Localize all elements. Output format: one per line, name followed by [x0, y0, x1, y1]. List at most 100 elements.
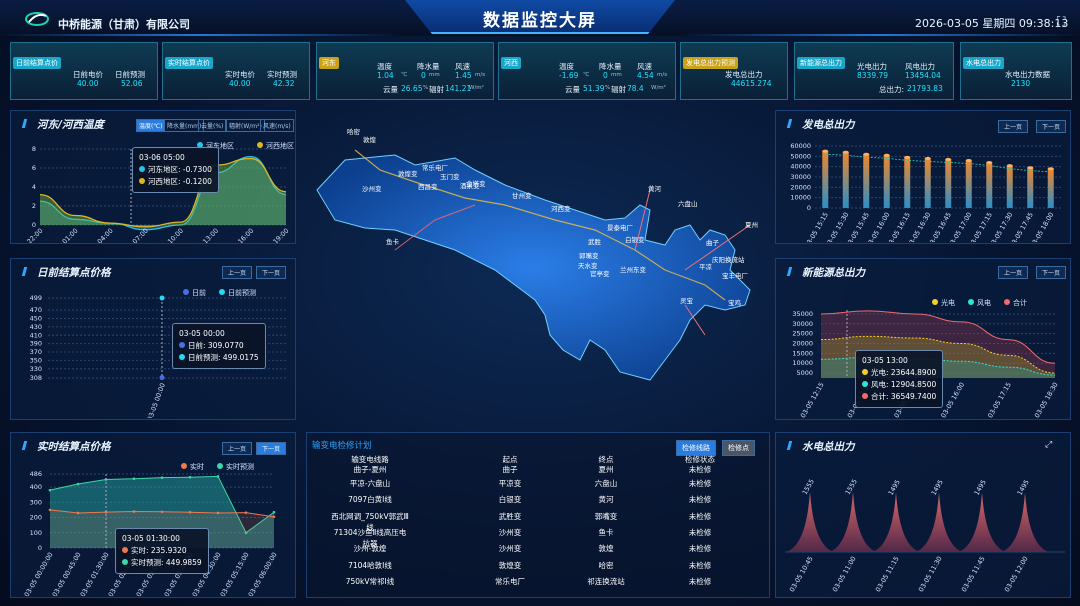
data-point — [132, 477, 136, 481]
bar-cap — [904, 155, 911, 159]
prev-page-button[interactable]: 上一页 — [222, 266, 253, 279]
power-total-chart[interactable]: 0 10000 20000 30000 40000 50000 60000 03-05 15:… — [775, 136, 1071, 242]
map-label[interactable]: 甘州变 — [512, 190, 532, 200]
tooltip-line-3: 合计: 36549.7400 — [862, 391, 936, 403]
table-row[interactable]: 沙州-敦煌 沙州变 敦煌 未检修 — [310, 541, 770, 557]
data-point — [48, 508, 52, 512]
card-label: 云量 — [383, 85, 398, 94]
tooltip-time: 03-05 00:00 — [179, 329, 225, 338]
y-axis-label: 50000 — [790, 152, 811, 160]
table-row[interactable]: 7097白黄Ⅰ线 白银变 黄河 未检修 — [310, 492, 770, 508]
realtime-price-chart[interactable]: 0 100 200 300 400 486 03-05 00:00:0003-05 00:4… — [10, 456, 296, 596]
tooltip-value-2: 河西地区: -0.1200 — [148, 177, 212, 186]
x-axis-label: 03-06 13:00 — [186, 227, 220, 243]
bar-cap — [945, 157, 952, 161]
y-axis-label: 15000 — [792, 349, 813, 357]
temperature-tab[interactable]: 风速(m/s) — [260, 119, 294, 132]
expand-icon[interactable]: ⤢ — [1045, 440, 1052, 450]
y-axis-label: 35000 — [792, 310, 813, 318]
map-label[interactable]: 庆阳换流站 — [712, 254, 745, 264]
tooltip-value-3: 合计: 36549.7400 — [871, 392, 937, 401]
map-label[interactable]: 平凉 — [699, 261, 712, 271]
card-tag: 发电总出力预测 — [683, 57, 738, 69]
map-label[interactable]: 宝丰电厂 — [722, 270, 748, 280]
x-axis-label: 03-05 00:00:00 — [23, 551, 55, 596]
table-row[interactable]: 71304沙鱼Ⅱ线高压电抗器 沙州变 鱼卡 未检修 — [310, 525, 770, 548]
map-label[interactable]: 夏州 — [745, 219, 758, 229]
map-label[interactable]: 黄河 — [648, 183, 661, 193]
y-axis-label: 0 — [807, 204, 811, 212]
prev-page-button[interactable]: 上一页 — [222, 442, 253, 455]
next-page-button[interactable]: 下一页 — [1036, 120, 1067, 133]
table-row[interactable]: 西北网调_750kV郭武Ⅲ线 武胜变 郭嘴变 未检修 — [310, 509, 770, 532]
map-label[interactable]: 六盘山 — [678, 198, 698, 208]
y-axis-label: 410 — [30, 331, 42, 339]
map-label[interactable]: 武胜 — [588, 236, 601, 246]
map-label[interactable]: 灵宝 — [680, 295, 693, 305]
map-label[interactable]: 玉门变 — [440, 171, 460, 181]
legend-label: 日前预测 — [228, 288, 256, 297]
tooltip-value-1: 日前: 309.0770 — [188, 341, 244, 350]
tooltip-value-1: 实时: 235.9320 — [131, 546, 187, 555]
map-label[interactable]: 哈密 — [347, 126, 360, 136]
map-label[interactable]: 敦煌变 — [398, 168, 418, 178]
card-value: 13454.04 — [905, 71, 941, 80]
card-tag: 日前结算点价 — [13, 57, 61, 69]
data-point — [76, 482, 80, 486]
card-value: 78.4 — [627, 84, 644, 93]
panel-title: 日前结算点价格 — [37, 267, 111, 279]
table-row[interactable]: 平凉-六盘山 平凉变 六盘山 未检修 — [310, 476, 770, 492]
next-page-button[interactable]: 下一页 — [1036, 266, 1067, 279]
table-cell: 黄河 — [598, 495, 614, 505]
fullscreen-icon[interactable]: ⛶ — [1057, 14, 1065, 29]
y-axis-label: 8 — [32, 145, 36, 153]
panel-title: 新能源总出力 — [802, 267, 865, 279]
next-page-button[interactable]: 下一页 — [256, 442, 287, 455]
map-label[interactable]: 宝鸡 — [728, 297, 741, 307]
x-axis-label: 03-05 11:30 — [917, 555, 944, 593]
hydro-chart[interactable]: 1555 1555 1495 1495 1495 1495 03-05 10:45 03-05… — [775, 456, 1071, 596]
table-row[interactable]: 7104哈敦Ⅰ线 敦煌变 哈密 未检修 — [310, 558, 770, 574]
data-point — [132, 510, 136, 513]
y-axis-label: 30000 — [792, 320, 813, 328]
data-label: 1495 — [1016, 478, 1031, 496]
map-label[interactable]: 兰州东变 — [620, 264, 646, 274]
map-label[interactable]: 敦煌 — [363, 134, 376, 144]
table-cell: 哈密 — [598, 560, 614, 570]
map-label[interactable]: 酒泉变 — [460, 180, 480, 190]
map-label[interactable]: 沙州变 — [362, 183, 382, 193]
table-row[interactable]: 750kV常祁Ⅰ线 常乐电厂 祁连换流站 未检修 — [310, 574, 770, 590]
map-label[interactable]: 郭嘴变 — [579, 250, 599, 260]
map-label[interactable]: 曲子 — [706, 237, 719, 247]
hydro-peak — [958, 492, 1006, 552]
map-label[interactable]: 景泰电厂 — [607, 222, 633, 232]
table-cell: 曲子 — [502, 465, 518, 474]
table-cell: 沙州-敦煌 — [353, 544, 387, 554]
prev-page-button[interactable]: 上一页 — [998, 120, 1029, 133]
kpi-card: 发电总出力预测 发电总出力 44615.274 — [680, 42, 788, 100]
bar — [965, 160, 972, 208]
map-label[interactable]: 河西变 — [551, 203, 571, 213]
map-label[interactable]: 鱼卡 — [386, 236, 399, 246]
x-axis-label: 03-05 18:30 — [1033, 381, 1060, 418]
map-label[interactable]: 白银变 — [625, 234, 645, 244]
next-page-button[interactable]: 下一页 — [256, 266, 287, 279]
panel-marker — [786, 267, 800, 276]
card-value: -1.69 — [559, 71, 579, 80]
temperature-tab[interactable]: 云量(%) — [198, 119, 227, 132]
card-unit: W/m² — [469, 85, 484, 91]
map-label[interactable]: 西昌变 — [418, 181, 438, 191]
tooltip-value-2: 风电: 12904.8500 — [871, 380, 937, 389]
table-cell: 曲子-夏州 — [353, 465, 387, 474]
prev-page-button[interactable]: 上一页 — [998, 266, 1029, 279]
y-axis-label: 6 — [32, 164, 36, 172]
bar-cap — [965, 158, 972, 162]
table-cell: 白银变 — [498, 495, 522, 505]
data-point — [160, 510, 164, 514]
card-value: 44615.274 — [731, 79, 772, 88]
tooltip-value-2: 日前预测: 499.0175 — [188, 353, 259, 362]
temperature-tab[interactable]: 温度(℃) — [136, 119, 166, 132]
card-unit: ℃ — [401, 72, 408, 78]
y-axis-label: 0 — [38, 544, 42, 552]
map-label[interactable]: 官亭变 — [590, 268, 610, 278]
